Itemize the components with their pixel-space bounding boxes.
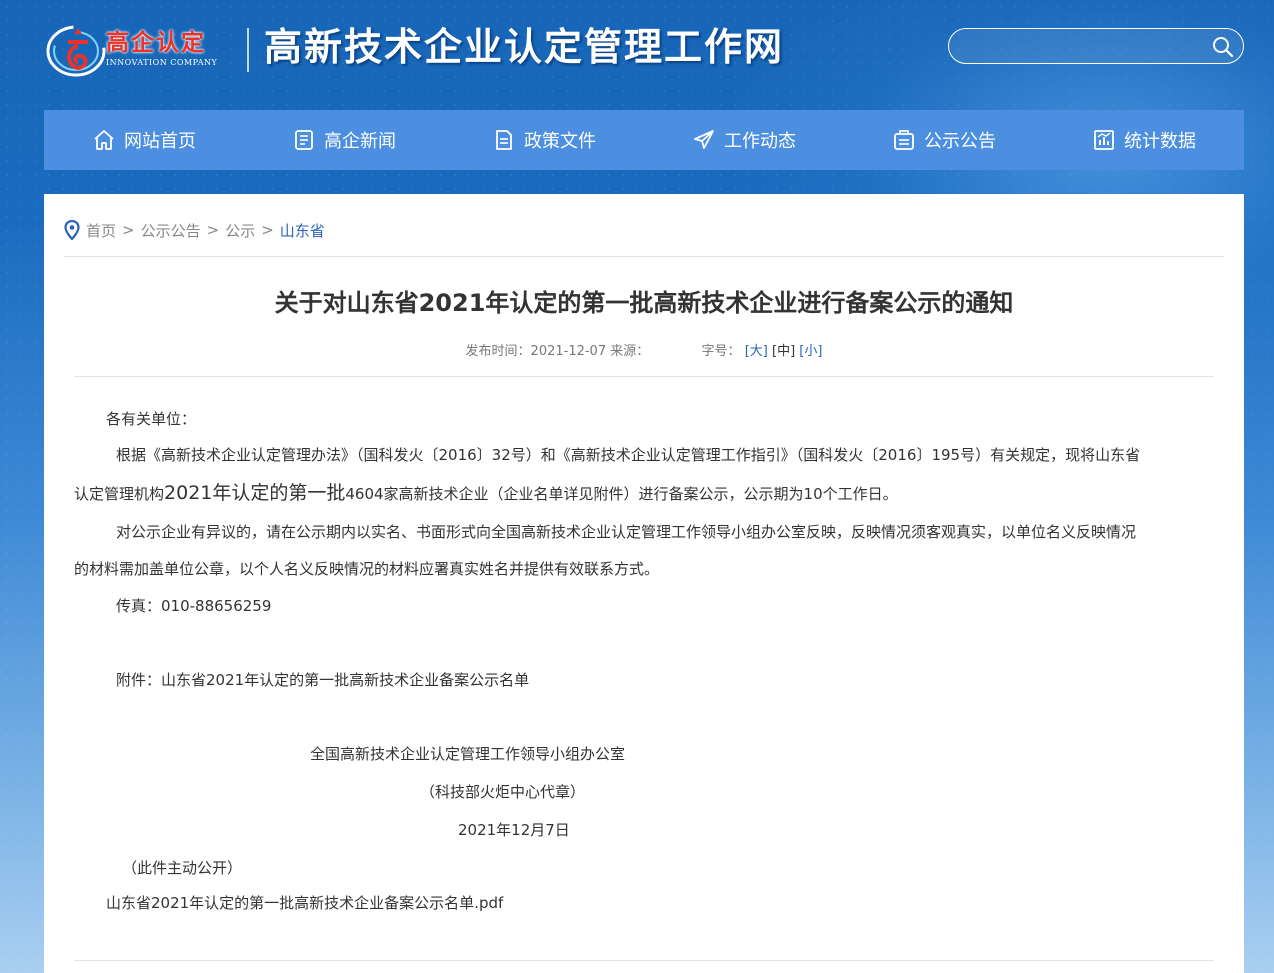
text-run: 认定管理机构 [74, 485, 165, 503]
nav-item-work-updates[interactable]: 工作动态 [644, 110, 844, 170]
text-run: 4604家高新技术企业（企业名单详见附件）进行备案公示，公示期为10个工作日。 [345, 485, 898, 503]
signature-date: 2021年12月7日 [458, 821, 570, 839]
news-icon [295, 130, 313, 150]
main-nav: 网站首页 高企新闻 政策文件 工作动态 公示公告 统计数据 [44, 110, 1244, 170]
breadcrumb-separator: > [122, 221, 135, 239]
nav-item-notices[interactable]: 公示公告 [844, 110, 1044, 170]
breadcrumb-divider [64, 256, 1224, 257]
nav-item-policy[interactable]: 政策文件 [444, 110, 644, 170]
logo-chinese-text: 高企认定 [106, 30, 206, 56]
breadcrumb-separator: > [206, 221, 220, 239]
document-icon [496, 130, 512, 150]
greeting: 各有关单位： [106, 410, 197, 428]
home-icon [94, 130, 114, 150]
nav-label: 网站首页 [124, 131, 196, 152]
chart-icon [1094, 130, 1114, 150]
paper-plane-icon [694, 130, 714, 149]
site-logo[interactable]: 高企认定 INNOVATION COMPANY [44, 18, 234, 80]
article-title: 关于对山东省2021年认定的第一批高新技术企业进行备案公示的通知 [274, 289, 1014, 317]
font-size-small-button[interactable]: [小] [799, 344, 822, 359]
fontsize-label: 字号： [701, 344, 741, 359]
search-icon[interactable] [1211, 35, 1235, 59]
paragraph-1-line-1: 根据《高新技术企业认定管理办法》（国科发火〔2016〕32号）和《高新技术企业认… [116, 446, 1141, 464]
signature-organization: 全国高新技术企业认定管理工作领导小组办公室 [310, 745, 626, 763]
nav-item-statistics[interactable]: 统计数据 [1044, 110, 1244, 170]
site-title: 高新技术企业认定管理工作网 [264, 24, 785, 69]
breadcrumb-separator: > [261, 221, 274, 239]
paragraph-2-line-2: 的材料需加盖单位公章，以个人名义反映情况的材料应署真实姓名并提供有效联系方式。 [74, 560, 660, 578]
paragraph-2-line-1: 对公示企业有异议的，请在公示期内以实名、书面形式向全国高新技术企业认定管理工作领… [116, 523, 1137, 541]
attachment-note: 附件：山东省2021年认定的第一批高新技术企业备案公示名单 [116, 671, 530, 689]
attachment-pdf-link[interactable]: 山东省2021年认定的第一批高新技术企业备案公示名单.pdf [106, 892, 503, 913]
disclosure-note: （此件主动公开） [122, 859, 243, 877]
logo-english-text: INNOVATION COMPANY [106, 58, 218, 67]
nav-label: 工作动态 [724, 131, 796, 152]
signature-proxy: （科技部火炬中心代章） [420, 783, 586, 801]
breadcrumb-notices[interactable]: 公示公告 [141, 220, 201, 241]
breadcrumb-publicity[interactable]: 公示 [225, 220, 255, 241]
breadcrumb: 首页 > 公示公告 > 公示 > 山东省 [64, 218, 325, 242]
source-label: 来源： [610, 344, 650, 359]
nav-item-home[interactable]: 网站首页 [44, 110, 244, 170]
fax-number: 传真：010-88656259 [116, 597, 272, 615]
header-divider [247, 28, 249, 72]
paragraph-1-line-2: 认定管理机构2021年认定的第一批4604家高新技术企业（企业名单详见附件）进行… [74, 478, 898, 505]
nav-label: 高企新闻 [324, 131, 396, 152]
meta-divider [74, 376, 1214, 377]
article-meta: 发布时间：2021-12-07 来源： 字号： [大] [中] [小] [44, 340, 1244, 359]
nav-label: 统计数据 [1124, 131, 1196, 152]
nav-label: 公示公告 [924, 131, 996, 152]
publish-date: 2021-12-07 [530, 344, 607, 359]
nav-label: 政策文件 [524, 131, 596, 152]
site-header: 高企认定 INNOVATION COMPANY 高新技术企业认定管理工作网 [44, 14, 1244, 84]
bottom-divider [74, 960, 1214, 961]
breadcrumb-home[interactable]: 首页 [86, 220, 116, 241]
font-size-large-button[interactable]: [大] [745, 344, 768, 359]
search-input[interactable] [963, 33, 1207, 61]
breadcrumb-current[interactable]: 山东省 [280, 220, 325, 241]
search-box [948, 28, 1244, 64]
content-panel: 首页 > 公示公告 > 公示 > 山东省 关于对山东省2021年认定的第一批高新… [44, 194, 1244, 973]
location-pin-icon [64, 220, 80, 240]
font-size-medium-button[interactable]: [中] [772, 344, 795, 359]
text-run-emphasized: 2021年认定的第一批 [164, 482, 346, 504]
notice-icon [894, 130, 914, 150]
publish-label: 发布时间： [465, 344, 531, 359]
logo-emblem-icon [44, 18, 108, 80]
nav-item-news[interactable]: 高企新闻 [244, 110, 444, 170]
